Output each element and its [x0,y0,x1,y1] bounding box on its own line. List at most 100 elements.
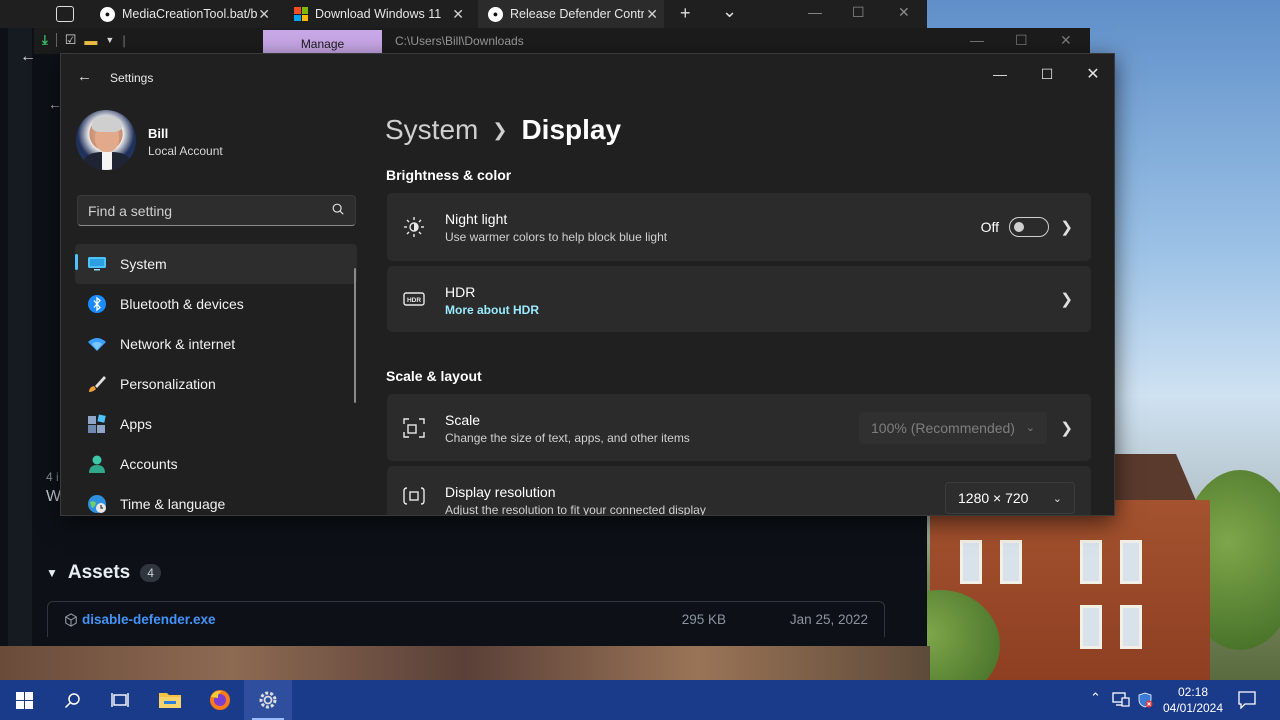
taskbar-file-explorer[interactable] [146,680,194,720]
settings-maximize-button[interactable]: ☐ [1024,60,1070,88]
profile-account-type: Local Account [148,144,223,158]
tab-overview-icon[interactable] [56,6,74,22]
nav-item-personalization[interactable]: Personalization [75,364,357,404]
explorer-minimize-button[interactable]: — [970,32,984,48]
asset-row: disable-defender.exe 295 KB Jan 25, 2022 [47,601,885,637]
resolution-dropdown[interactable]: 1280 × 720 ⌄ [945,482,1075,514]
settings-minimize-button[interactable]: — [977,60,1023,88]
wallpaper-town [0,646,930,680]
taskbar-clock[interactable]: 02:18 04/01/2024 [1158,684,1228,716]
hdr-icon: HDR [403,292,425,306]
chevron-down-icon[interactable]: ▼ [105,35,114,45]
notification-icon[interactable] [1238,691,1256,709]
taskbar: ⌃ [0,680,1280,720]
nav-item-network[interactable]: Network & internet [75,324,357,364]
chevron-down-icon: ⌄ [1025,422,1035,434]
night-light-subtitle: Use warmer colors to help block blue lig… [445,230,668,244]
folder-icon[interactable]: ▬ [84,33,97,48]
night-light-card[interactable]: Night light Use warmer colors to help bl… [387,193,1091,261]
tab-list-button[interactable]: ⌄ [722,1,737,22]
browser-close-button[interactable]: ✕ [898,4,910,21]
settings-close-button[interactable]: ✕ [1070,60,1114,88]
nav-item-system[interactable]: System [75,244,357,284]
nav-item-accounts[interactable]: Accounts [75,444,357,484]
explorer-path: C:\Users\Bill\Downloads [395,34,524,48]
tab-mediacreationtool[interactable]: ● MediaCreationTool.bat/b ✕ [90,0,276,28]
firefox-icon [210,690,230,710]
settings-title: Settings [110,71,154,85]
system-icon [88,257,106,271]
nav-item-time-language[interactable]: Time & language [75,484,357,515]
nav-item-bluetooth[interactable]: Bluetooth & devices [75,284,357,324]
settings-nav: System Bluetooth & devices Network & int… [75,244,357,515]
tab-download-windows[interactable]: Download Windows 11 ✕ [284,0,470,28]
close-tab-icon[interactable]: ✕ [258,6,270,23]
file-explorer-window [34,28,1090,54]
explorer-manage-tab[interactable]: Manage [263,30,382,54]
taskbar-search-button[interactable] [48,680,96,720]
task-view-button[interactable] [96,680,144,720]
resolution-subtitle: Adjust the resolution to fit your connec… [445,503,706,516]
browser-minimize-button[interactable]: — [808,4,822,20]
github-fragment-heading: W [46,488,62,505]
scale-dropdown[interactable]: 100% (Recommended) ⌄ [859,411,1047,444]
start-button[interactable] [0,680,48,720]
taskbar-firefox[interactable] [196,680,244,720]
nav-item-label: Bluetooth & devices [120,296,244,312]
close-tab-icon[interactable]: ✕ [646,6,658,23]
chevron-right-icon[interactable]: ❯ [1060,419,1073,437]
search-box [77,195,356,226]
asset-download-link[interactable]: disable-defender.exe [82,612,216,627]
night-light-toggle[interactable] [1009,217,1049,237]
tab-release-defender[interactable]: ● Release Defender Control ✕ [478,0,664,28]
network-icon[interactable] [1112,692,1130,708]
breadcrumb: System ❯ Display [385,114,621,146]
github-icon: ● [100,6,115,22]
wifi-icon [88,338,106,351]
clock-time: 02:18 [1177,685,1209,699]
night-light-title: Night light [445,211,508,227]
scale-icon [403,417,425,438]
explorer-close-button[interactable]: ✕ [1060,32,1072,49]
scale-card[interactable]: Scale Change the size of text, apps, and… [387,394,1091,461]
download-icon[interactable]: ⤓ [42,32,48,48]
breadcrumb-parent[interactable]: System [385,114,478,146]
asset-date: Jan 25, 2022 [789,612,868,627]
microsoft-icon [294,7,308,21]
security-shield-icon[interactable] [1137,692,1153,708]
resolution-icon [403,487,425,505]
explorer-quick-access-toolbar: ⤓ ☑ ▬ ▼ | [42,32,126,48]
nav-item-label: Apps [120,416,152,432]
close-tab-icon[interactable]: ✕ [452,6,464,23]
hdr-card[interactable]: HDR HDR More about HDR ❯ [387,266,1091,332]
explorer-maximize-button[interactable]: ☐ [1015,32,1028,49]
browser-maximize-button[interactable]: ☐ [852,4,865,21]
hdr-learn-more-link[interactable]: More about HDR [445,303,539,317]
settings-titlebar: ← Settings — ☐ ✕ [61,54,1114,100]
resolution-title: Display resolution [445,484,556,500]
chevron-right-icon[interactable]: ❯ [1060,290,1073,308]
back-arrow-icon[interactable]: ← [77,68,92,85]
search-icon[interactable] [331,202,345,216]
assets-title: Assets [67,562,131,583]
properties-icon[interactable]: ☑ [65,32,77,48]
assets-header[interactable]: ▼ Assets 4 [46,562,161,584]
search-input[interactable] [88,202,318,219]
avatar[interactable] [76,110,136,170]
night-light-toggle-group: Off [981,217,1049,237]
nav-scrollbar[interactable] [354,268,356,403]
chevron-up-icon[interactable]: ⌃ [1090,690,1101,706]
new-tab-button[interactable]: + [680,3,691,24]
nav-item-apps[interactable]: Apps [75,404,357,444]
caret-down-icon: ▼ [46,566,58,580]
chevron-right-icon[interactable]: ❯ [1060,218,1073,236]
resolution-dropdown-value: 1280 × 720 [958,490,1029,506]
nav-item-label: Network & internet [120,336,236,352]
taskbar-settings[interactable] [244,680,292,720]
browser-sidebar-edge [8,28,32,646]
night-light-state: Off [980,219,999,235]
section-heading-brightness: Brightness & color [386,167,512,183]
chevron-down-icon: ⌄ [1052,492,1062,505]
resolution-card[interactable]: Display resolution Adjust the resolution… [387,466,1091,516]
bluetooth-icon [88,295,106,313]
